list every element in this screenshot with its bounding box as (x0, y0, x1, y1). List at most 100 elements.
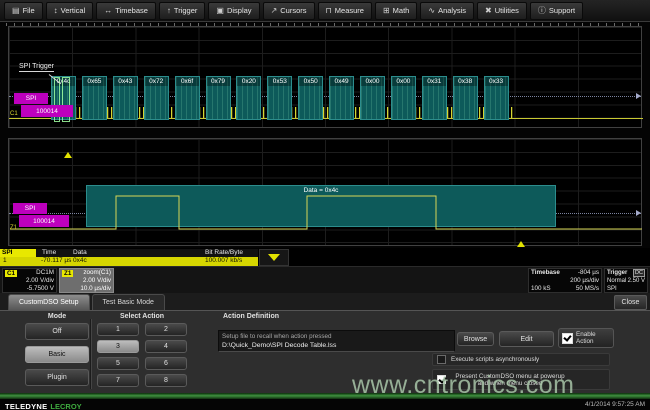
action-button[interactable]: 3 (97, 340, 139, 353)
c1-ground-marker[interactable]: C1 (10, 111, 18, 117)
action-button[interactable]: 1 (97, 323, 139, 336)
menu-icon: ↑ (167, 7, 171, 15)
present-menu-checkbox[interactable] (437, 375, 446, 384)
timebase-descriptor[interactable]: Timebase-804 µs 200 µs/div 100 kS50 MS/s (528, 268, 602, 293)
action-button[interactable]: 8 (145, 374, 187, 387)
action-button[interactable]: 6 (145, 357, 187, 370)
browse-button[interactable]: Browse (457, 332, 494, 346)
action-button[interactable]: 4 (145, 340, 187, 353)
edit-button[interactable]: Edit (499, 331, 554, 347)
z1-descriptor[interactable]: Z1zoom(C1) 2.00 V/div 10.0 µs/div (59, 268, 114, 293)
menu-label: Math (393, 6, 410, 15)
oscilloscope-screen: ▤ File ↕ Vertical ↔ Timebase ↑ Trigger ▣… (0, 0, 650, 410)
menu-icon: ↔ (104, 7, 112, 15)
timebase-samples: 100 kS (531, 285, 551, 293)
action-definition-title: Action Definition (223, 313, 279, 320)
brand-lecroy: LECROY (50, 402, 81, 410)
spi-channel-id-badge[interactable]: 100014 (19, 215, 69, 227)
z1-vdiv: 2.00 V/div (83, 277, 111, 285)
c1-descriptor[interactable]: C1DC1M 2.00 V/div -5.7500 V (2, 268, 57, 293)
execute-scripts-checkbox[interactable] (437, 355, 446, 364)
menu-item[interactable]: ▣ Display (208, 2, 259, 20)
present-menu-row[interactable]: Present CustomDSO menu at powerup and wh… (432, 369, 610, 390)
spi-decode-byte: 0x33 (484, 76, 509, 120)
menu-item[interactable]: ⓘ Support (530, 2, 583, 20)
menu-label: Analysis (438, 6, 466, 15)
waveform-display: SPI Trigger 0x4c0x650x430x720x6f0x790x20… (0, 22, 650, 248)
zoom-position-marker[interactable] (517, 241, 525, 247)
clock: 4/1/2014 9:57:25 AM (585, 401, 645, 408)
spi-decode-byte: 0x31 (422, 76, 447, 120)
menu-label: Cursors (280, 6, 306, 15)
trigger-mode: Normal (607, 277, 626, 285)
action-button[interactable]: 2 (145, 323, 187, 336)
decode-table-collapse-button[interactable] (259, 249, 289, 266)
timebase-rate: 50 MS/s (576, 285, 599, 293)
enable-action-control[interactable]: Enable Action (558, 328, 614, 348)
spi-decode-row: 0x4c0x650x430x720x6f0x790x200x530x500x49… (9, 27, 641, 127)
collapse-triangle-icon (268, 254, 280, 261)
mode-section-title: Mode (25, 313, 89, 320)
spi-channel-badge[interactable]: SPI (13, 203, 47, 214)
spi-channel-badge[interactable]: SPI (14, 93, 48, 104)
spi-channel-id-badge[interactable]: 100014 (21, 105, 73, 117)
z1-ground-marker[interactable]: Z1 (10, 225, 17, 231)
action-button[interactable]: 7 (97, 374, 139, 387)
execute-scripts-row[interactable]: Execute scripts asynchronously (432, 353, 610, 366)
trigger-descriptor[interactable]: TriggerDC Normal2.50 V SPI (604, 268, 648, 293)
menu-icon: ⊞ (383, 7, 390, 15)
zoom-grid[interactable]: Data = 0x4c SPI 100014 Z1 (8, 138, 642, 246)
brand-logo: TELEDYNELECROY (5, 396, 82, 410)
menu-icon: ⊓ (326, 7, 332, 15)
row-bitrate: 100.007 kb/s (205, 257, 242, 265)
status-bar: TELEDYNELECROY 4/1/2014 9:57:25 AM (0, 399, 650, 410)
menu-icon: ↕ (54, 7, 58, 15)
menu-item[interactable]: ↔ Timebase (96, 2, 156, 20)
menu-item[interactable]: ↑ Trigger (159, 2, 205, 20)
menu-bar: ▤ File ↕ Vertical ↔ Timebase ↑ Trigger ▣… (0, 0, 650, 22)
dialog-tab-bar: CustomDSO SetupTest Basic Mode (0, 293, 650, 311)
brand-teledyne: TELEDYNE (5, 402, 47, 410)
c1-tag: C1 (5, 270, 17, 277)
main-grid[interactable]: SPI Trigger 0x4c0x650x430x720x6f0x790x20… (8, 26, 642, 128)
menu-item[interactable]: ↕ Vertical (46, 2, 94, 20)
decode-table-row[interactable]: 1 -70.117 µs 0x4c 100.007 kb/s (0, 257, 258, 266)
menu-icon: ✖ (485, 7, 492, 15)
spi-decode-table: SPI Time Data Bit Rate/Byte 1 -70.117 µs… (0, 249, 292, 266)
spi-decode-byte: 0x72 (144, 76, 169, 120)
decode-table-channel-tag[interactable]: SPI (0, 249, 36, 257)
mode-button[interactable]: Basic (25, 346, 89, 363)
action-button[interactable]: 5 (97, 357, 139, 370)
menu-label: File (23, 6, 35, 15)
spi-trigger-label: SPI Trigger (19, 63, 54, 72)
trigger-title: Trigger (607, 269, 627, 277)
dialog-tab[interactable]: Test Basic Mode (92, 294, 165, 310)
menu-item[interactable]: ⊓ Measure (318, 2, 372, 20)
enable-action-checkbox[interactable] (562, 333, 573, 344)
menu-icon: ↗ (271, 7, 278, 15)
menu-item[interactable]: ⊞ Math (375, 2, 417, 20)
close-button[interactable]: Close (614, 295, 647, 310)
mode-button[interactable]: Plugin (25, 369, 89, 386)
menu-item[interactable]: ▤ File (4, 2, 43, 20)
spi-decode-byte: 0x65 (82, 76, 107, 120)
menu-label: Utilities (495, 6, 519, 15)
mode-button[interactable]: Off (25, 323, 89, 340)
enable-action-label: Enable Action (576, 331, 610, 345)
menu-icon: ∿ (428, 7, 435, 15)
zoom-waveform-trace (9, 139, 643, 247)
menu-label: Measure (335, 6, 364, 15)
spi-decode-byte: 0x79 (206, 76, 231, 120)
menu-item[interactable]: ↗ Cursors (263, 2, 315, 20)
menu-item[interactable]: ✖ Utilities (477, 2, 527, 20)
trigger-position-marker[interactable] (64, 152, 72, 158)
setup-file-field[interactable]: Setup file to recall when action pressed… (218, 330, 455, 352)
trigger-coupling-badge: DC (633, 269, 645, 277)
execute-scripts-label: Execute scripts asynchronously (451, 356, 539, 363)
customdso-dialog: CustomDSO SetupTest Basic Mode Close Mod… (0, 293, 650, 393)
menu-item[interactable]: ∿ Analysis (420, 2, 474, 20)
menu-label: Trigger (174, 6, 197, 15)
c1-vdiv: 2.00 V/div (26, 277, 54, 285)
dialog-tab[interactable]: CustomDSO Setup (8, 294, 90, 310)
trigger-level: 2.50 V (628, 277, 645, 285)
